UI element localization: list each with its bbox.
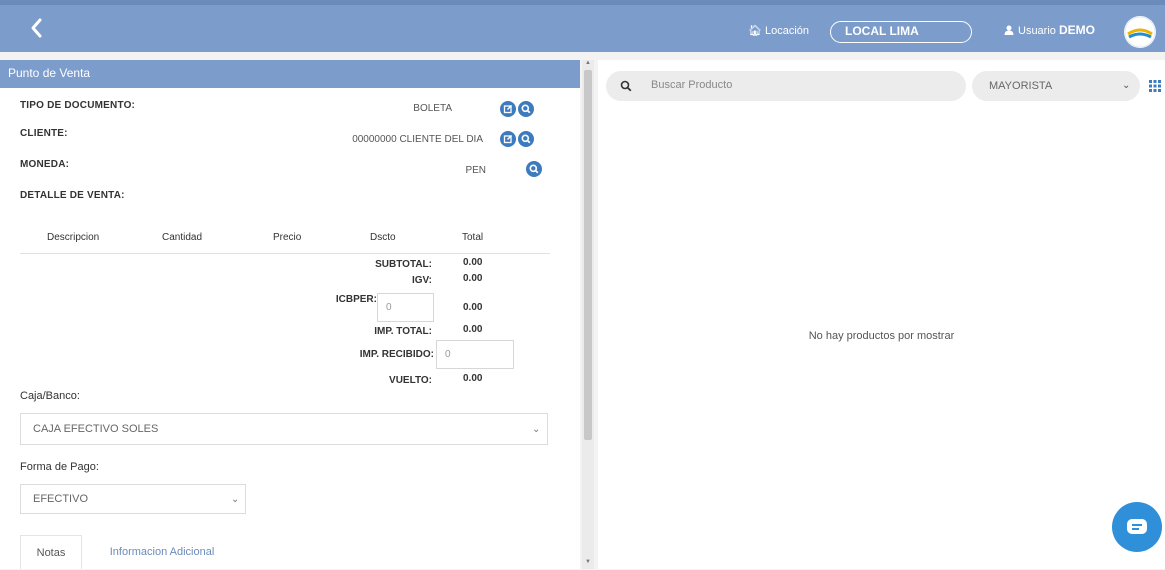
col-cantidad: Cantidad (162, 232, 203, 243)
imp-total-label: IMP. TOTAL: (374, 326, 432, 337)
price-list-value: MAYORISTA (989, 80, 1053, 92)
icbper-input[interactable] (377, 293, 434, 322)
chat-icon (1127, 519, 1147, 534)
subtotal-value: 0.00 (463, 257, 483, 268)
chevron-down-icon: ⌄ (1122, 80, 1131, 91)
chevron-down-icon: ⌄ (532, 424, 541, 435)
col-dscto: Dscto (370, 232, 396, 243)
doc-type-label: TIPO DE DOCUMENTO: (20, 100, 136, 111)
caja-label: Caja/Banco: (20, 390, 80, 402)
empty-products-message: No hay productos por mostrar (808, 330, 955, 342)
scroll-thumb[interactable] (584, 70, 592, 440)
client-label: CLIENTE: (20, 128, 68, 139)
currency-label: MONEDA: (20, 159, 70, 170)
igv-label: IGV: (411, 275, 432, 286)
icbper-value: 0.00 (463, 302, 483, 313)
scroll-up-icon[interactable]: ▲ (585, 60, 591, 66)
edit-client-button[interactable] (500, 131, 516, 147)
currency-value: PEN (465, 165, 486, 176)
imp-recibido-label: IMP. RECIBIDO: (359, 349, 434, 360)
user-name: DEMO (1058, 23, 1095, 37)
scroll-down-icon[interactable]: ▼ (585, 559, 591, 565)
left-panel-scrollbar[interactable]: ▲ ▼ (582, 60, 594, 569)
client-value: 00000000 CLIENTE DEL DIA (352, 134, 483, 145)
sale-form-panel: TIPO DE DOCUMENTO: BOLETA CLIENTE: 00000… (0, 88, 580, 569)
edit-icon (503, 104, 513, 114)
company-logo-icon (1124, 16, 1156, 48)
back-arrow-icon[interactable] (26, 15, 48, 41)
icbper-label: ICBPER: (335, 294, 377, 305)
price-list-select[interactable]: MAYORISTA ⌄ (972, 71, 1140, 101)
imp-total-value: 0.00 (463, 324, 483, 335)
search-client-button[interactable] (518, 131, 534, 147)
chat-button[interactable] (1112, 502, 1162, 552)
doc-type-value: BOLETA (413, 103, 452, 114)
location-label: 🏠︎ Locación (748, 25, 810, 37)
search-icon (521, 134, 531, 144)
tab-informacion-adicional[interactable]: Informacion Adicional (82, 535, 242, 569)
vuelto-value: 0.00 (463, 373, 483, 384)
table-divider (20, 253, 550, 254)
product-search-bar[interactable]: Buscar Producto (606, 71, 966, 101)
search-icon (521, 104, 531, 114)
company-logo-avatar[interactable] (1124, 16, 1156, 48)
vuelto-label: VUELTO: (389, 375, 432, 386)
home-icon: 🏠︎ (748, 25, 762, 37)
top-bar: 🏠︎ Locación LOCAL LIMA Usuario DEMO (0, 0, 1165, 52)
caja-value: CAJA EFECTIVO SOLES (33, 423, 159, 435)
tab-notas[interactable]: Notas (20, 535, 82, 569)
location-selector[interactable]: LOCAL LIMA (830, 21, 972, 43)
user-icon (1004, 25, 1014, 35)
caja-select[interactable]: CAJA EFECTIVO SOLES ⌄ (20, 413, 548, 445)
detail-label: DETALLE DE VENTA: (20, 190, 125, 201)
forma-pago-value: EFECTIVO (33, 493, 89, 505)
subtotal-label: SUBTOTAL: (375, 259, 432, 270)
product-panel: Buscar Producto MAYORISTA ⌄ No hay produ… (598, 60, 1165, 569)
grid-view-icon[interactable] (1149, 80, 1161, 92)
panel-title: Punto de Venta (8, 66, 91, 80)
search-icon (620, 80, 632, 92)
forma-pago-label: Forma de Pago: (20, 461, 99, 473)
search-icon (529, 164, 539, 174)
user-label: Usuario DEMO (1004, 23, 1095, 37)
col-total: Total (462, 232, 484, 243)
forma-pago-select[interactable]: EFECTIVO ⌄ (20, 484, 246, 514)
panel-header: Punto de Venta (0, 60, 580, 88)
chevron-down-icon: ⌄ (231, 494, 240, 505)
col-descripcion: Descripcion (47, 232, 100, 243)
col-precio: Precio (273, 232, 302, 243)
igv-value: 0.00 (463, 273, 483, 284)
edit-doc-type-button[interactable] (500, 101, 516, 117)
edit-icon (503, 134, 513, 144)
search-currency-button[interactable] (526, 161, 542, 177)
search-input[interactable]: Buscar Producto (651, 79, 732, 91)
search-doc-type-button[interactable] (518, 101, 534, 117)
imp-recibido-input[interactable] (436, 340, 514, 369)
